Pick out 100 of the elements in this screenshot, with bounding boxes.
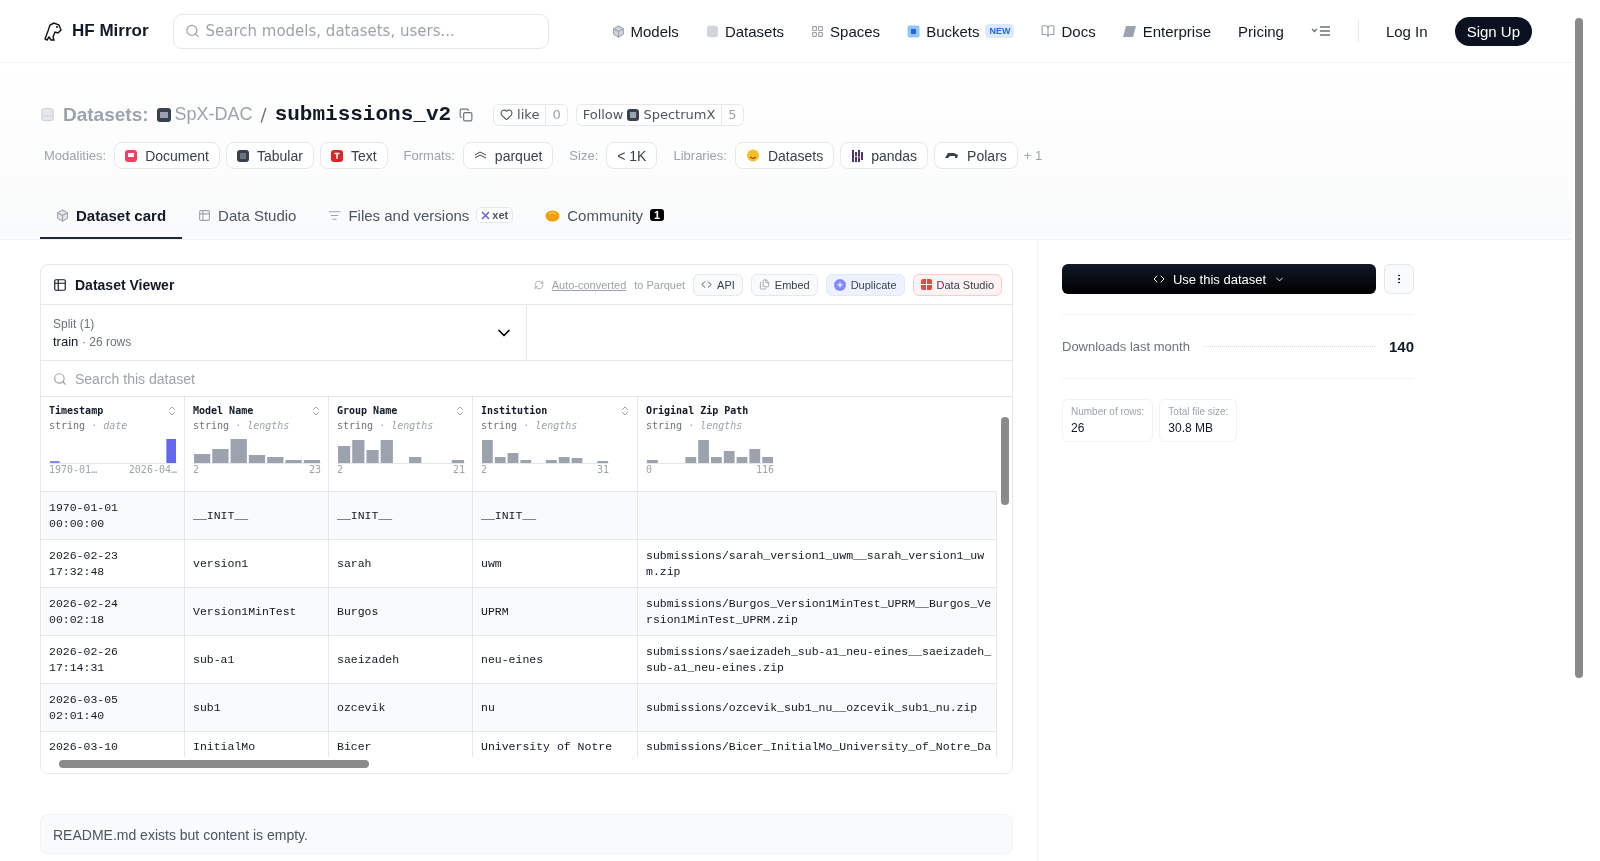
tag-chip[interactable]: parquet [462,142,554,169]
plus-circle-icon [833,278,846,291]
table-cell: sarah [329,540,473,588]
nav-link[interactable]: Spaces [811,22,881,40]
downloads-count: 140 [1388,338,1414,355]
tag-chip[interactable]: Tabular [225,142,314,169]
new-badge: NEW [985,24,1015,38]
table-cell: submissions/saeizadeh_sub-a1_neu-eines__saeizadeh_sub-a1_neu-eines.zip [638,636,997,684]
column-header[interactable]: Model Name string · lengths 2 23 [185,397,329,492]
table-cell: 1970-01-01 00:00:00 [41,492,185,540]
table-cell: 2026-02-24 00:02:18 [41,588,185,636]
signup-button[interactable]: Sign Up [1454,16,1532,46]
tag-chip[interactable]: Text [319,142,388,169]
table-cell: version1 [185,540,329,588]
nav-link[interactable]: Buckets NEW [907,22,1015,40]
table-cell: submissions/Burgos_Version1MinTest_UPRM__Burgos_Version1MinTest_UPRM.zip [638,588,997,636]
readme-notice: README.md exists but content is empty. [40,814,1013,854]
nav-link[interactable]: Pricing [1238,22,1284,40]
files-icon [758,279,770,290]
table-icon [53,277,67,292]
menu-icon[interactable] [1310,25,1331,37]
database-icon [705,24,719,38]
cube-icon [56,208,69,222]
square-icon [907,24,921,38]
nav-link[interactable]: Datasets [705,22,785,40]
stat-card: Number of rows: 26 [1062,399,1154,442]
sort-icon[interactable] [619,405,631,417]
viewer-action-button[interactable]: Duplicate [825,273,905,296]
nav-link[interactable]: Docs [1041,22,1096,40]
table-icon [236,149,249,162]
like-button[interactable]: like 0 [493,103,568,126]
viewer-action-button[interactable]: API [693,273,743,296]
hands-icon [545,208,561,222]
smiley-icon [745,149,760,162]
bear-icon [945,151,960,160]
repo-name: submissions_v2 [274,103,452,126]
tag-chip[interactable]: Document [114,142,220,169]
table-cell: submissions/ozcevik_sub1_nu__ozcevik_sub1_nu.zip [638,684,997,732]
table-icon [920,279,932,290]
stat-card: Total file size: 30.8 MB [1159,399,1238,442]
table-cell: Burgos [329,588,473,636]
tab[interactable]: Dataset card [40,193,183,239]
enterprise-icon [1122,24,1137,38]
use-dataset-button[interactable]: Use this dataset [1062,264,1376,294]
code-icon [1152,273,1165,285]
table-cell: __INIT__ [185,492,329,540]
table-cell: Version1MinTest [185,588,329,636]
table-cell: 2026-03-05 02:01:40 [41,684,185,732]
tag-chip[interactable]: pandas [840,142,929,169]
list-icon [328,208,342,222]
path-separator: / [260,104,267,125]
grid-icon [811,24,825,38]
tag-group-label: Modalities: [44,148,107,163]
table-cell: neu-eines [473,636,638,684]
table-cell: 2026-02-23 17:32:48 [41,540,185,588]
downloads-label: Downloads last month [1062,339,1190,354]
nav-link[interactable]: Models [611,22,679,40]
sort-icon[interactable] [310,405,322,417]
tab[interactable]: Data Studio [182,193,313,239]
converted-note: to Parquet [634,278,686,291]
tag-group-label: Formats: [403,148,455,163]
tag-group-label: Size: [569,148,599,163]
horizontal-scrollbar[interactable] [41,757,1012,773]
repo-type: Datasets: [63,103,149,126]
brand-name[interactable]: HF Mirror [72,21,149,41]
sort-icon[interactable] [454,405,466,417]
tag-chip[interactable]: < 1K [606,142,658,169]
table-cell: saeizadeh [329,636,473,684]
tag-group-label: Libraries: [673,148,727,163]
table-cell: UPRM [473,588,638,636]
org-avatar-icon [156,107,171,122]
login-link[interactable]: Log In [1385,22,1428,40]
sort-icon[interactable] [166,405,178,417]
code-icon [701,279,713,290]
refresh-icon [533,279,544,290]
table-cell: __INIT__ [473,492,638,540]
cube-icon [611,24,625,38]
search-field[interactable]: Search models, datasets, users... [172,13,549,49]
table-icon [198,208,212,222]
table-cell: __INIT__ [329,492,473,540]
tab[interactable]: Files and versions xet [312,193,530,239]
viewer-action-button[interactable]: Embed [750,273,818,296]
column-header[interactable]: Group Name string · lengths 2 21 [329,397,473,492]
table-cell: nu [473,684,638,732]
heart-icon [500,108,514,121]
tab[interactable]: Community 1 [529,193,681,239]
count-badge: 1 [650,209,665,221]
nav-link[interactable]: Enterprise [1122,22,1212,40]
table-cell: submissions/sarah_version1_uwm__sarah_version1_uwm.zip [638,540,997,588]
xet-badge: xet [476,207,514,223]
copy-icon[interactable] [459,107,474,122]
follow-button[interactable]: Follow SpectrumX 5 [575,103,744,126]
document-icon [125,149,138,162]
tag-chip[interactable]: Polars [934,142,1018,169]
layers-icon [473,151,487,160]
viewer-action-button[interactable]: Data Studio [912,273,1002,296]
text-icon [330,149,343,162]
table-cell: uwm [473,540,638,588]
tag-chip[interactable]: Datasets [734,142,835,169]
book-icon [1041,24,1056,38]
